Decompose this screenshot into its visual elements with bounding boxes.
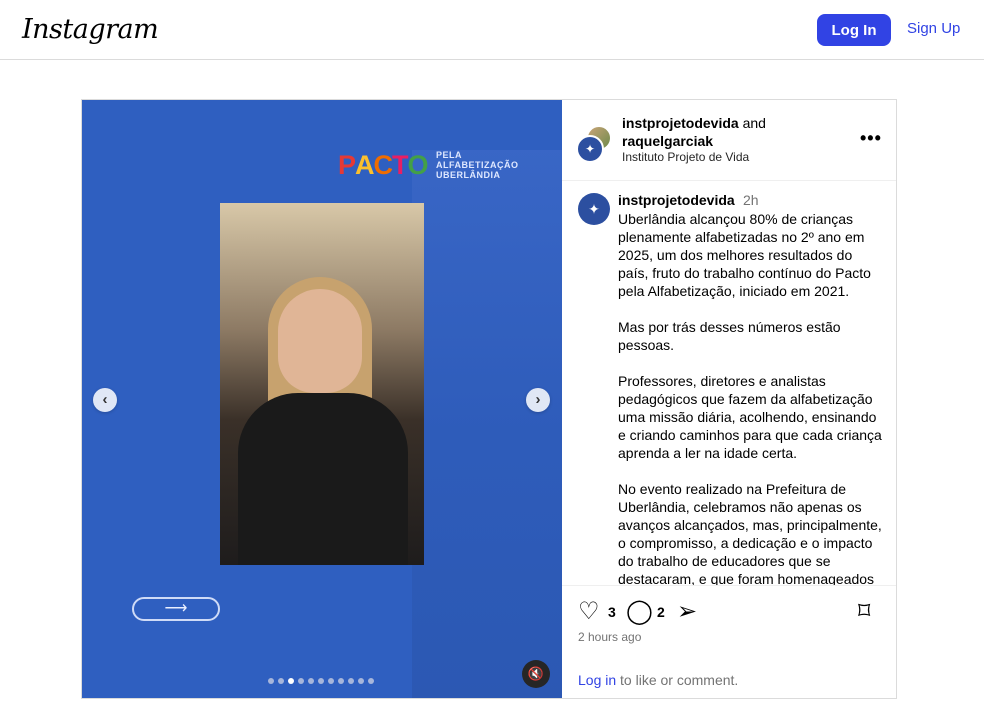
collab-names: instprojetodevida and raquelgarciak <box>622 114 766 150</box>
brand-line-3: UBERLÂNDIA <box>436 170 501 180</box>
background-photo <box>412 150 562 698</box>
comment-count: 2 <box>657 604 665 620</box>
caption-text: Uberlândia alcançou 80% de crianças plen… <box>618 210 886 585</box>
avatar[interactable]: ✦ <box>578 193 610 225</box>
log-in-button[interactable]: Log In <box>817 14 891 46</box>
speaker-body <box>238 393 408 565</box>
heart-icon[interactable]: ♡ <box>578 600 600 624</box>
bookmark-icon[interactable]: ⌑ <box>858 600 870 624</box>
speaker-face <box>278 289 362 393</box>
post-container: PACTO PELA ALFABETIZAÇÃO UBERLÂNDIA ‹ › … <box>81 99 897 699</box>
brand-line-1: PELA <box>436 150 463 160</box>
carousel-dot <box>288 678 294 684</box>
post-subtitle: Instituto Projeto de Vida <box>622 150 750 164</box>
caption-paragraph: No evento realizado na Prefeitura de Ube… <box>618 481 882 585</box>
chevron-left-icon[interactable]: ‹ <box>93 388 117 412</box>
carousel-dot <box>338 678 344 684</box>
carousel-dot <box>328 678 334 684</box>
caption-paragraph: Professores, diretores e analistas pedag… <box>618 373 882 461</box>
top-bar: Instagram Log In Sign Up <box>0 0 984 60</box>
brand-line-2: ALFABETIZAÇÃO <box>436 160 519 170</box>
share-icon[interactable]: ➢ <box>677 600 697 624</box>
carousel-dot <box>298 678 304 684</box>
post-sidebar: ✦ instprojetodevida and raquelgarciak In… <box>562 100 896 698</box>
video-frame[interactable] <box>220 203 424 565</box>
carousel-dots <box>268 678 378 684</box>
pacto-subtitle: PELA ALFABETIZAÇÃO UBERLÂNDIA <box>436 150 519 180</box>
carousel-dot <box>358 678 364 684</box>
login-prompt: Log in to like or comment. <box>578 672 738 688</box>
caption-paragraph: Uberlândia alcançou 80% de crianças plen… <box>618 211 871 299</box>
carousel-dot <box>318 678 324 684</box>
like-count: 3 <box>608 604 616 620</box>
username-link[interactable]: raquelgarciak <box>622 133 713 149</box>
caption-username[interactable]: instprojetodevida <box>618 192 735 208</box>
chevron-right-icon[interactable]: › <box>526 388 550 412</box>
carousel-dot <box>268 678 274 684</box>
carousel-dot <box>368 678 374 684</box>
collab-avatars[interactable]: ✦ <box>576 125 612 163</box>
caption-paragraph: Mas por trás desses números estão pessoa… <box>618 319 841 353</box>
carousel-dot <box>278 678 284 684</box>
post-media[interactable]: PACTO PELA ALFABETIZAÇÃO UBERLÂNDIA ‹ › … <box>82 100 562 698</box>
comment-icon[interactable]: ◯ <box>626 600 653 624</box>
post-header: ✦ instprojetodevida and raquelgarciak In… <box>562 100 896 181</box>
muted-speaker-icon[interactable]: 🔇 <box>522 660 550 688</box>
more-options-icon[interactable]: ••• <box>860 128 882 149</box>
pacto-logo: PACTO <box>338 150 429 180</box>
carousel-dot <box>308 678 314 684</box>
carousel-dot <box>348 678 354 684</box>
log-in-link[interactable]: Log in <box>578 672 616 688</box>
post-actions: ♡ 3 ◯ 2 ➢ ⌑ 2 hours ago Log in to like o… <box>562 585 896 699</box>
caption-time: 2h <box>743 192 759 208</box>
username-link[interactable]: instprojetodevida <box>622 115 739 131</box>
and-text: and <box>742 115 766 131</box>
avatar[interactable]: ✦ <box>576 135 604 163</box>
swipe-arrow-icon: ⟶ <box>132 597 220 621</box>
post-time-ago: 2 hours ago <box>578 630 642 644</box>
caption-area: ✦ instprojetodevida 2h Uberlândia alcanç… <box>562 181 896 585</box>
login-suffix: to like or comment. <box>616 672 739 688</box>
instagram-logo[interactable]: Instagram <box>22 14 159 45</box>
sign-up-link[interactable]: Sign Up <box>907 20 960 37</box>
